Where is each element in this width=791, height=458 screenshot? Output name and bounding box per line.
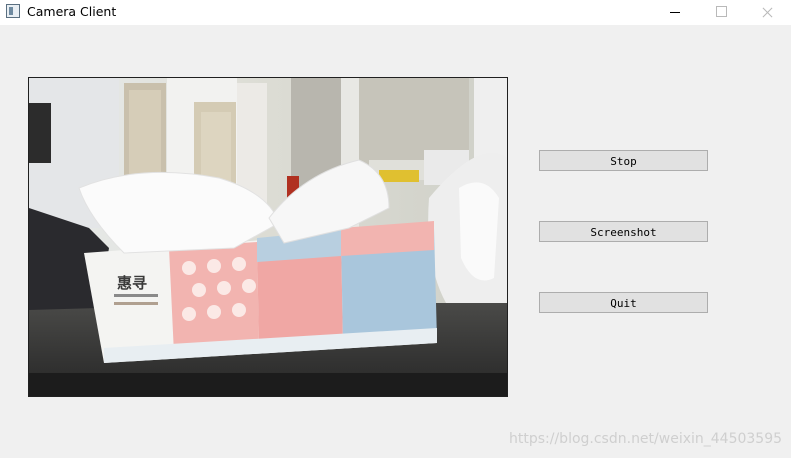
svg-text:惠寻: 惠寻: [117, 274, 147, 292]
close-icon[interactable]: [745, 0, 791, 25]
window-title: Camera Client: [27, 4, 117, 19]
camera-feed: 惠寻: [28, 77, 508, 397]
minimize-icon[interactable]: [653, 0, 699, 25]
quit-button[interactable]: Quit: [539, 292, 708, 313]
screenshot-button[interactable]: Screenshot: [539, 221, 708, 242]
title-bar: Camera Client: [0, 0, 791, 25]
watermark: https://blog.csdn.net/weixin_44503595: [509, 431, 783, 447]
maximize-icon[interactable]: [699, 0, 745, 25]
app-icon: [6, 4, 20, 18]
stop-button[interactable]: Stop: [539, 150, 708, 171]
